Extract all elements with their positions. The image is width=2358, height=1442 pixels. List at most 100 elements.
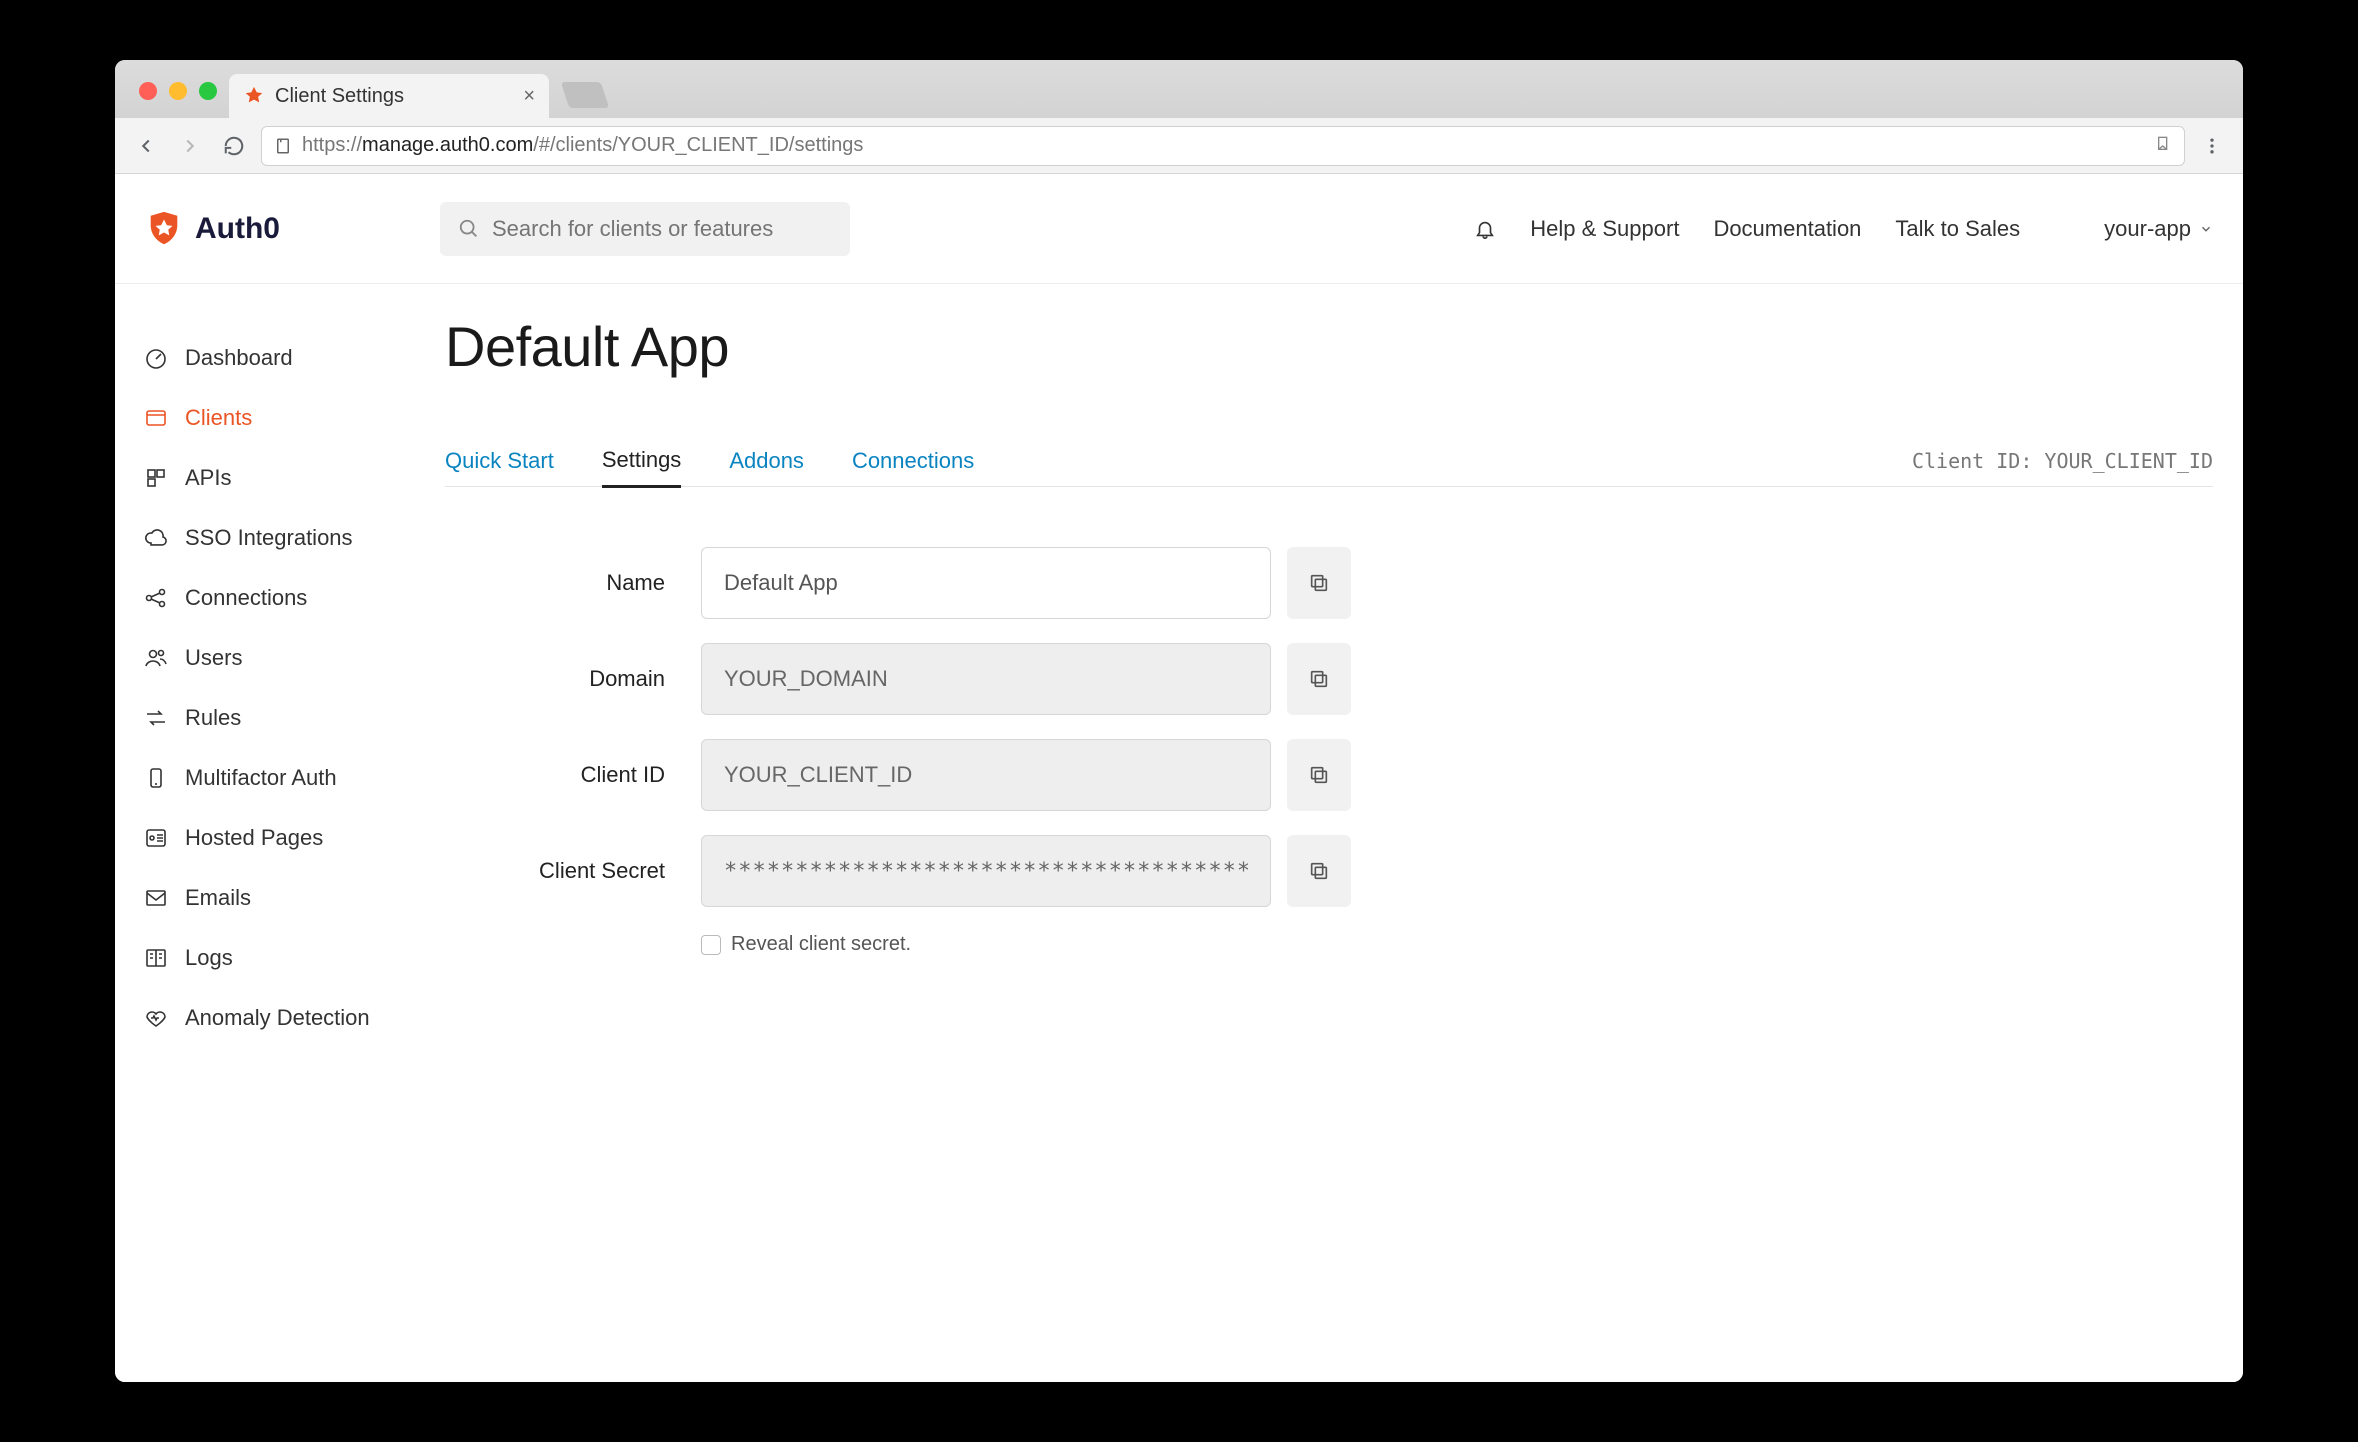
domain-label: Domain bbox=[445, 666, 701, 692]
tab-connections[interactable]: Connections bbox=[852, 436, 974, 486]
phone-icon bbox=[143, 765, 169, 791]
mail-icon bbox=[143, 885, 169, 911]
sidebar-item-label: Dashboard bbox=[185, 345, 293, 371]
settings-form: Name Domain Client ID bbox=[445, 487, 2213, 956]
copy-icon bbox=[1308, 668, 1330, 690]
reveal-secret-checkbox[interactable] bbox=[701, 935, 721, 955]
copy-icon bbox=[1308, 860, 1330, 882]
copy-icon bbox=[1308, 572, 1330, 594]
auth0-favicon-icon bbox=[243, 85, 265, 107]
sidebar-item-label: Anomaly Detection bbox=[185, 1005, 370, 1031]
sidebar-item-sso[interactable]: SSO Integrations bbox=[143, 508, 445, 568]
sidebar-item-label: SSO Integrations bbox=[185, 525, 353, 551]
search-input[interactable] bbox=[492, 216, 832, 242]
sidebar-item-users[interactable]: Users bbox=[143, 628, 445, 688]
sidebar-item-anomaly[interactable]: Anomaly Detection bbox=[143, 988, 445, 1048]
sidebar-item-logs[interactable]: Logs bbox=[143, 928, 445, 988]
copy-domain-button[interactable] bbox=[1287, 643, 1351, 715]
name-input[interactable] bbox=[701, 547, 1271, 619]
sidebar-item-connections[interactable]: Connections bbox=[143, 568, 445, 628]
app-topbar: Auth0 Help & Support Documentation Talk … bbox=[115, 174, 2243, 284]
tab-addons[interactable]: Addons bbox=[729, 436, 804, 486]
share-icon bbox=[143, 585, 169, 611]
sidebar-item-apis[interactable]: APIs bbox=[143, 448, 445, 508]
sidebar-item-label: Multifactor Auth bbox=[185, 765, 337, 791]
sidebar-item-dashboard[interactable]: Dashboard bbox=[143, 328, 445, 388]
browser-toolbar: https://manage.auth0.com/#/clients/YOUR_… bbox=[115, 118, 2243, 174]
bookmark-icon[interactable] bbox=[2156, 136, 2172, 156]
client-id-label: Client ID bbox=[445, 762, 701, 788]
reload-button[interactable] bbox=[217, 129, 251, 163]
tab-quick-start[interactable]: Quick Start bbox=[445, 436, 554, 486]
sidebar-item-label: Users bbox=[185, 645, 242, 671]
close-tab-button[interactable]: × bbox=[523, 85, 535, 108]
sidebar-item-label: Logs bbox=[185, 945, 233, 971]
browser-window: Client Settings × https://manage.auth0.c… bbox=[115, 60, 2243, 1382]
sidebar: Dashboard Clients APIs SSO Integrations … bbox=[115, 284, 445, 1382]
search-box[interactable] bbox=[440, 202, 850, 256]
talk-to-sales-link[interactable]: Talk to Sales bbox=[1895, 216, 2020, 242]
notifications-button[interactable] bbox=[1474, 217, 1496, 241]
app-body: Dashboard Clients APIs SSO Integrations … bbox=[115, 284, 2243, 1382]
forward-button[interactable] bbox=[173, 129, 207, 163]
chevron-down-icon bbox=[2199, 222, 2213, 236]
layout-icon bbox=[143, 825, 169, 851]
client-id-input[interactable] bbox=[701, 739, 1271, 811]
arrows-icon bbox=[143, 705, 169, 731]
page-title: Default App bbox=[445, 314, 2213, 379]
sidebar-item-label: Clients bbox=[185, 405, 252, 431]
users-icon bbox=[143, 645, 169, 671]
sidebar-item-label: APIs bbox=[185, 465, 231, 491]
browser-tab-title: Client Settings bbox=[275, 85, 404, 108]
client-secret-input[interactable] bbox=[701, 835, 1271, 907]
sidebar-item-label: Emails bbox=[185, 885, 251, 911]
tenant-switcher[interactable]: your-app bbox=[2104, 216, 2213, 242]
main-content: Default App Quick Start Settings Addons … bbox=[445, 284, 2243, 1382]
browser-tab-bar: Client Settings × bbox=[115, 60, 2243, 118]
traffic-lights bbox=[129, 82, 229, 118]
address-bar[interactable]: https://manage.auth0.com/#/clients/YOUR_… bbox=[261, 126, 2185, 166]
browser-menu-button[interactable] bbox=[2195, 129, 2229, 163]
reveal-secret-label: Reveal client secret. bbox=[731, 933, 911, 956]
url-text: https://manage.auth0.com/#/clients/YOUR_… bbox=[302, 134, 863, 157]
minimize-window-button[interactable] bbox=[169, 82, 187, 100]
help-support-link[interactable]: Help & Support bbox=[1530, 216, 1679, 242]
close-window-button[interactable] bbox=[139, 82, 157, 100]
copy-client-secret-button[interactable] bbox=[1287, 835, 1351, 907]
copy-client-id-button[interactable] bbox=[1287, 739, 1351, 811]
client-secret-label: Client Secret bbox=[445, 858, 701, 884]
window-icon bbox=[143, 405, 169, 431]
browser-tab[interactable]: Client Settings × bbox=[229, 74, 549, 118]
heart-icon bbox=[143, 1005, 169, 1031]
new-tab-button[interactable] bbox=[561, 82, 609, 108]
form-row-client-secret: Client Secret bbox=[445, 835, 2213, 907]
sidebar-item-hosted-pages[interactable]: Hosted Pages bbox=[143, 808, 445, 868]
sidebar-item-mfa[interactable]: Multifactor Auth bbox=[143, 748, 445, 808]
sidebar-item-label: Connections bbox=[185, 585, 307, 611]
sidebar-item-emails[interactable]: Emails bbox=[143, 868, 445, 928]
sidebar-item-rules[interactable]: Rules bbox=[143, 688, 445, 748]
topbar-nav: Help & Support Documentation Talk to Sal… bbox=[1474, 216, 2213, 242]
name-label: Name bbox=[445, 570, 701, 596]
tabs: Quick Start Settings Addons Connections … bbox=[445, 435, 2213, 487]
maximize-window-button[interactable] bbox=[199, 82, 217, 100]
cube-icon bbox=[143, 465, 169, 491]
book-icon bbox=[143, 945, 169, 971]
back-button[interactable] bbox=[129, 129, 163, 163]
sidebar-item-clients[interactable]: Clients bbox=[143, 388, 445, 448]
page-info-icon[interactable] bbox=[274, 137, 292, 155]
app-root: Auth0 Help & Support Documentation Talk … bbox=[115, 174, 2243, 1382]
form-row-domain: Domain bbox=[445, 643, 2213, 715]
brand-text: Auth0 bbox=[195, 212, 280, 246]
domain-input[interactable] bbox=[701, 643, 1271, 715]
tab-settings[interactable]: Settings bbox=[602, 435, 682, 488]
form-row-client-id: Client ID bbox=[445, 739, 2213, 811]
documentation-link[interactable]: Documentation bbox=[1713, 216, 1861, 242]
copy-name-button[interactable] bbox=[1287, 547, 1351, 619]
copy-icon bbox=[1308, 764, 1330, 786]
auth0-logo[interactable]: Auth0 bbox=[145, 210, 280, 248]
client-id-display: Client ID: YOUR_CLIENT_ID bbox=[1912, 449, 2213, 473]
sidebar-item-label: Hosted Pages bbox=[185, 825, 323, 851]
gauge-icon bbox=[143, 345, 169, 371]
reveal-secret-row: Reveal client secret. bbox=[701, 931, 2213, 956]
